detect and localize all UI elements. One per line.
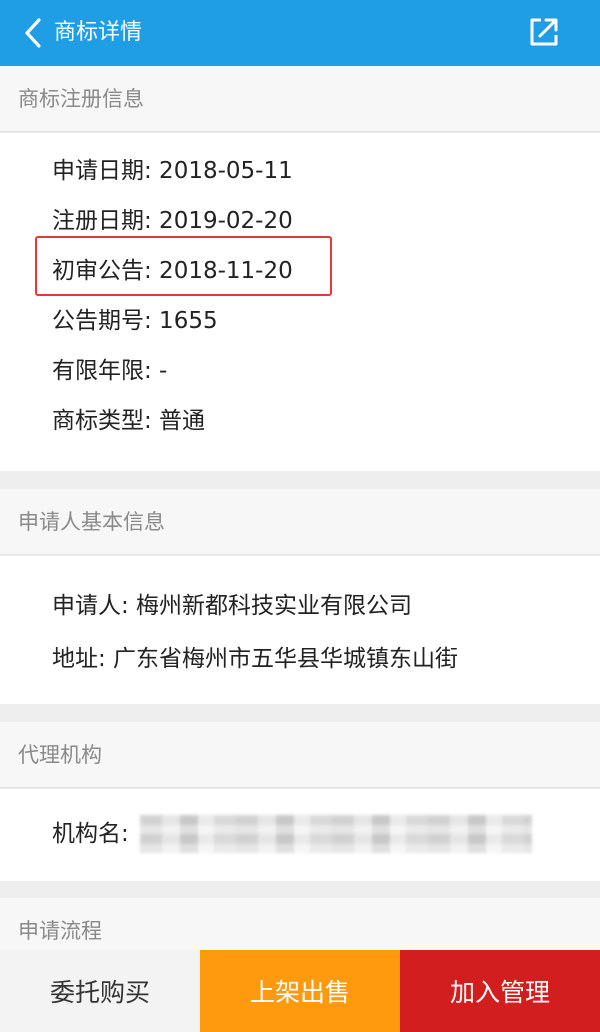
agency-name-label: 机构名: (52, 821, 129, 847)
register-date: 注册日期: 2019-02-20 (52, 208, 293, 234)
nav-bar: 商标详情 (0, 0, 600, 66)
trademark-type: 商标类型: 普通 (52, 408, 206, 434)
notice-issue-number: 公告期号: 1655 (52, 308, 218, 334)
highlight-box (35, 236, 332, 296)
chevron-left-icon (25, 18, 41, 48)
apply-date: 申请日期: 2018-05-11 (52, 158, 293, 184)
validity-period: 有限年限: - (52, 358, 168, 384)
applicant-info-card (0, 556, 600, 704)
section-header-registration: 商标注册信息 (0, 66, 600, 132)
applicant-address: 地址: 广东省梅州市五华县华城镇东山街 (52, 646, 459, 672)
bottom-action-bar: 委托购买 上架出售 加入管理 (0, 950, 600, 1032)
page-title: 商标详情 (54, 20, 143, 45)
applicant-name: 申请人: 梅州新都科技实业有限公司 (52, 593, 413, 619)
add-to-management-button[interactable]: 加入管理 (400, 950, 600, 1032)
share-external-icon (530, 18, 558, 46)
back-button[interactable] (16, 14, 50, 52)
list-for-sale-button[interactable]: 上架出售 (200, 950, 400, 1032)
entrust-purchase-button[interactable]: 委托购买 (0, 950, 200, 1032)
section-header-applicant: 申请人基本信息 (0, 489, 600, 555)
share-button[interactable] (526, 14, 562, 50)
redacted-agency-name (140, 815, 532, 853)
section-header-agency: 代理机构 (0, 722, 600, 788)
